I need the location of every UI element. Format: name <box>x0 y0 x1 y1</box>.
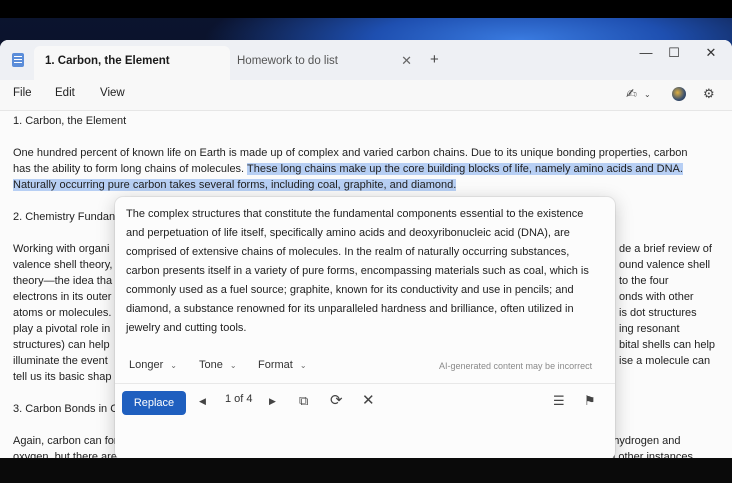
chevron-down-icon: ⌄ <box>170 361 177 370</box>
longer-dropdown[interactable]: Longer ⌄ <box>129 359 177 371</box>
para2-left-line: valence shell theory, <box>13 259 113 271</box>
dismiss-icon[interactable]: ✕ <box>362 391 375 409</box>
para2-left-line: tell us its basic shap <box>13 371 112 383</box>
ai-disclaimer: AI-generated content may be incorrect <box>439 361 593 371</box>
selected-text: These long chains make up the core build… <box>246 163 683 175</box>
para2-left-line: theory—the idea tha <box>13 275 113 287</box>
next-icon[interactable]: ▶ <box>269 396 276 407</box>
chevron-down-icon: ⌄ <box>299 361 307 370</box>
maximize-icon[interactable]: ☐ <box>659 45 689 61</box>
chevron-down-icon[interactable]: ⌄ <box>644 90 651 99</box>
format-label: Format <box>258 359 293 371</box>
menu-file[interactable]: File <box>13 87 32 99</box>
tone-label: Tone <box>199 359 223 371</box>
para1-line3: Naturally occurring pure carbon takes se… <box>13 177 457 193</box>
copilot-pen-icon[interactable]: ✍ <box>626 86 637 102</box>
previous-icon[interactable]: ◀ <box>199 396 206 407</box>
menu-view[interactable]: View <box>100 87 125 99</box>
selected-text: Naturally occurring pure carbon takes se… <box>13 179 457 191</box>
tone-dropdown[interactable]: Tone ⌄ <box>199 359 237 371</box>
gear-icon[interactable]: ⚙ <box>703 86 715 102</box>
rewrite-text-line: jewelry and cutting tools. <box>126 322 247 334</box>
longer-label: Longer <box>129 359 164 371</box>
rewrite-popup: The complex structures that constitute t… <box>115 197 615 458</box>
replace-button[interactable]: Replace <box>122 391 186 415</box>
para2-right-line: de a brief review of <box>619 243 712 255</box>
avatar[interactable] <box>672 87 686 101</box>
notepad-window: 1. Carbon, the Element Homework to do li… <box>0 40 732 458</box>
para1-line1: One hundred percent of known life on Ear… <box>13 147 688 159</box>
add-tab-icon[interactable]: + <box>430 51 439 68</box>
rewrite-text-line: carbon presents itself in a variety of p… <box>126 265 589 277</box>
notepad-icon <box>12 53 24 67</box>
para1-line2-plain: has the ability to form long chains of m… <box>13 163 247 175</box>
para2-left-line: atoms or molecules. <box>13 307 112 319</box>
screen-bottom-bar <box>0 458 732 483</box>
para2-right-line: to the four <box>619 275 669 287</box>
tab-active-label: 1. Carbon, the Element <box>45 55 170 67</box>
tab-homework[interactable]: Homework to do list ✕ <box>230 46 420 76</box>
tab-carbon-element[interactable]: 1. Carbon, the Element <box>34 46 230 80</box>
retry-icon[interactable]: ⟳ <box>330 391 343 409</box>
divider <box>115 383 615 384</box>
menu-bar: File Edit View ✍ ⌄ ⚙ <box>0 80 732 111</box>
close-tab-icon[interactable]: ✕ <box>401 53 412 69</box>
close-window-icon[interactable]: ✕ <box>696 45 726 61</box>
title-bar: 1. Carbon, the Element Homework to do li… <box>0 40 732 80</box>
para2-left-line: illuminate the event <box>13 355 108 367</box>
heading-carbon: 1. Carbon, the Element <box>13 115 127 127</box>
para1-line2: has the ability to form long chains of m… <box>13 161 683 177</box>
para2-left-line: structures) can help <box>13 339 110 351</box>
rewrite-text-line: diamond, a substance renowned for its un… <box>126 303 574 315</box>
heading-chemistry: 2. Chemistry Fundan <box>13 211 116 223</box>
rewrite-text-line: The complex structures that constitute t… <box>126 208 584 220</box>
minimize-icon[interactable]: — <box>631 45 661 60</box>
para2-right-line: bital shells can help <box>619 339 716 351</box>
screen-top-bar <box>0 0 732 18</box>
para2-right-line: ise a molecule can <box>619 355 711 367</box>
rewrite-text-line: and perpetuation of life itself, specifi… <box>126 227 570 239</box>
copy-icon[interactable]: ⧉ <box>299 393 308 409</box>
tab-inactive-label: Homework to do list <box>237 55 338 67</box>
rewrite-text-line: commonly used as a fuel source; graphite… <box>126 284 574 296</box>
para2-left-line: electrons in its outer <box>13 291 112 303</box>
para2-left-line: play a pivotal role in <box>13 323 111 335</box>
rewrite-text-line: comprised of extensive chains of molecul… <box>126 246 570 258</box>
menu-edit[interactable]: Edit <box>55 87 75 99</box>
flag-icon[interactable]: ⚑ <box>584 393 596 409</box>
page-indicator: 1 of 4 <box>225 393 253 405</box>
format-dropdown[interactable]: Format ⌄ <box>258 359 307 371</box>
database-icon[interactable]: ☰ <box>553 393 565 409</box>
para2-left-line: Working with organi <box>13 243 110 255</box>
para2-right-line: onds with other <box>619 291 694 303</box>
chevron-down-icon: ⌄ <box>229 361 237 370</box>
para2-right-line: ing resonant <box>619 323 680 335</box>
para2-right-line: ound valence shell <box>619 259 711 271</box>
para2-right-line: is dot structures <box>619 307 697 319</box>
heading-carbon-bonds: 3. Carbon Bonds in C <box>13 403 119 415</box>
